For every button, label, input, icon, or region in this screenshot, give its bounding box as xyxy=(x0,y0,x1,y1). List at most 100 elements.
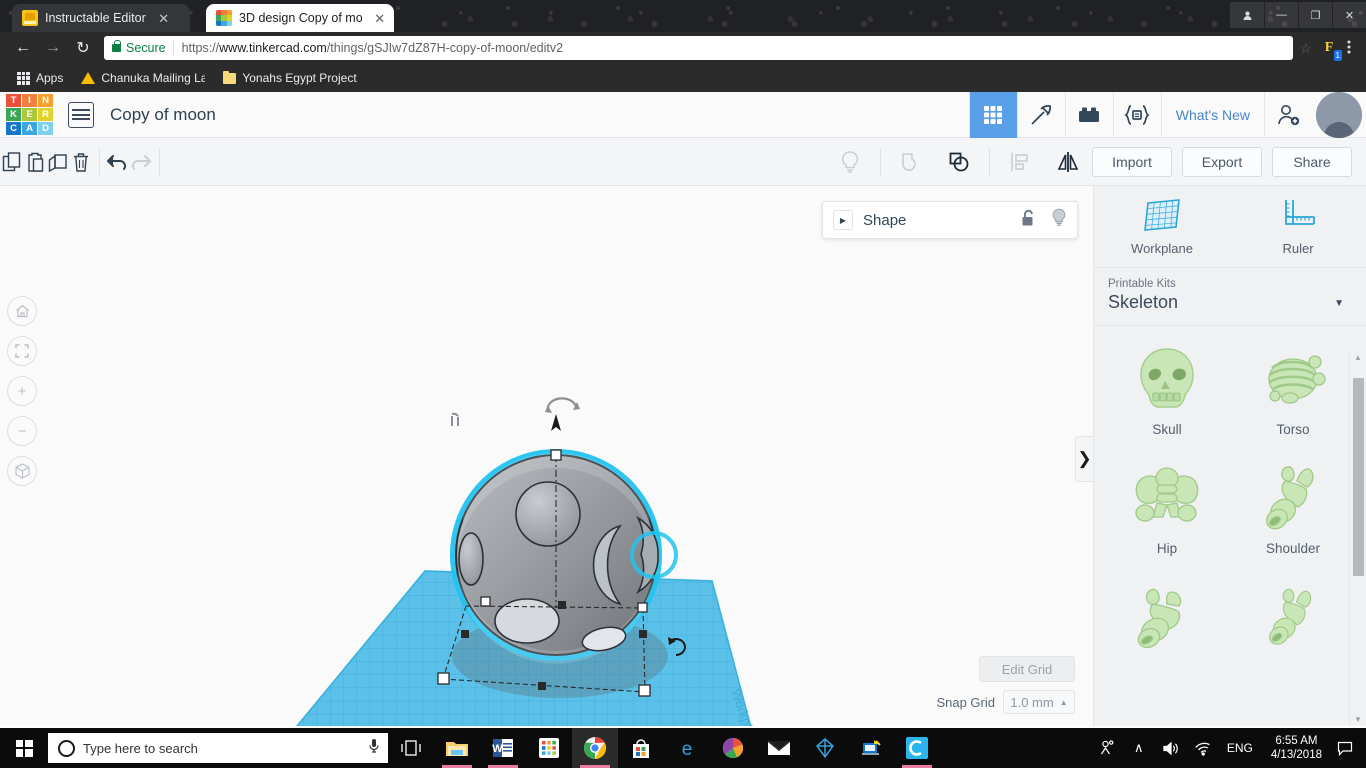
chrome-menu-icon[interactable] xyxy=(1340,39,1358,58)
scrollbar-thumb[interactable] xyxy=(1353,378,1364,576)
export-button[interactable]: Export xyxy=(1182,146,1262,177)
bookmark-star-icon[interactable]: ☆ xyxy=(1299,40,1312,57)
sidebar-tool-ruler[interactable]: Ruler xyxy=(1230,186,1366,267)
forward-button[interactable]: → xyxy=(38,33,68,63)
paste-icon[interactable] xyxy=(23,138,46,186)
tab-close-icon[interactable]: ✕ xyxy=(157,12,171,25)
chevron-up-icon[interactable]: ∧ xyxy=(1123,728,1155,768)
blocks-brick-icon[interactable] xyxy=(1064,91,1113,138)
bookmark-apps[interactable]: Apps xyxy=(10,69,70,87)
language-indicator[interactable]: ENG xyxy=(1219,741,1261,755)
extension-icon[interactable]: F 1 xyxy=(1318,37,1342,61)
taskbar-apps: W e xyxy=(388,728,940,768)
library-item-bone-2[interactable] xyxy=(1230,580,1356,660)
file-explorer-icon[interactable] xyxy=(434,728,480,768)
expand-shape-icon[interactable]: ▶ xyxy=(833,210,853,230)
windows-start-icon[interactable] xyxy=(0,728,48,768)
delete-icon[interactable] xyxy=(70,138,93,186)
share-button[interactable]: Share xyxy=(1272,146,1352,177)
divider xyxy=(988,147,990,176)
volume-icon[interactable] xyxy=(1155,728,1187,768)
kit-selector[interactable]: Printable Kits Skeleton ▼ xyxy=(1094,268,1366,326)
edit-grid-button[interactable]: Edit Grid xyxy=(979,656,1075,682)
browser-tab-tinkercad[interactable]: 3D design Copy of moon ✕ xyxy=(206,4,394,32)
browser-tab-instructable[interactable]: Instructable Editor ✕ xyxy=(12,4,190,32)
zoom-in-icon[interactable]: + xyxy=(7,376,37,406)
wifi-icon[interactable] xyxy=(1187,728,1219,768)
logo-letter: D xyxy=(38,122,53,135)
duplicate-icon[interactable] xyxy=(47,138,70,186)
3d-viewport[interactable]: Workplane + − ❯ Edit Grid Snap Grid 1.0 … xyxy=(0,186,1093,726)
copy-icon[interactable] xyxy=(0,138,23,186)
sidebar-scrollbar[interactable]: ▲ ▼ xyxy=(1349,350,1366,726)
library-item-hip[interactable]: Hip xyxy=(1104,461,1230,556)
add-person-icon[interactable] xyxy=(1264,91,1312,138)
scale-handle-corner xyxy=(437,672,450,685)
picasa-icon[interactable] xyxy=(710,728,756,768)
design-list-icon[interactable] xyxy=(68,101,94,128)
mirror-icon[interactable] xyxy=(1044,138,1092,186)
zoom-out-icon[interactable]: − xyxy=(7,416,37,446)
teamviewer-icon[interactable] xyxy=(848,728,894,768)
import-button[interactable]: Import xyxy=(1092,146,1172,177)
whats-new-link[interactable]: What's New xyxy=(1160,91,1264,138)
library-item-skull[interactable]: Skull xyxy=(1104,342,1230,437)
codeblocks-pick-icon[interactable] xyxy=(1016,91,1065,138)
library-item-bone-1[interactable] xyxy=(1104,580,1230,660)
reload-button[interactable]: ↻ xyxy=(68,33,98,63)
cisdem-icon[interactable] xyxy=(894,728,940,768)
tab-close-icon[interactable]: ✕ xyxy=(373,12,386,25)
scene-canvas[interactable]: Workplane xyxy=(0,186,1093,726)
minimize-button[interactable]: — xyxy=(1264,2,1298,28)
bookmark-yonahs-egypt-project[interactable]: Yonahs Egypt Project xyxy=(216,69,363,87)
tinkercad-logo[interactable]: T I N K E R C A D xyxy=(6,94,54,135)
ortho-perspective-icon[interactable] xyxy=(7,456,37,486)
mail-icon[interactable] xyxy=(756,728,802,768)
clock[interactable]: 6:55 AM 4/13/2018 xyxy=(1261,734,1332,762)
action-center-icon[interactable] xyxy=(1332,728,1358,768)
undo-icon[interactable] xyxy=(105,138,129,186)
task-view-icon[interactable] xyxy=(388,728,434,768)
ungroup-icon[interactable] xyxy=(935,138,983,186)
word-icon[interactable]: W xyxy=(480,728,526,768)
fit-to-view-icon[interactable] xyxy=(7,336,37,366)
address-bar[interactable]: Secure https://www.tinkercad.com/things/… xyxy=(104,36,1294,60)
sidebar-tool-label: Workplane xyxy=(1131,241,1193,256)
microsoft-store-icon[interactable] xyxy=(618,728,664,768)
library-item-torso[interactable]: Torso xyxy=(1230,342,1356,437)
tinkercad-icon xyxy=(216,10,232,26)
microphone-icon[interactable] xyxy=(368,738,380,759)
logo-letter: T xyxy=(6,94,21,107)
account-icon[interactable] xyxy=(1230,2,1264,28)
scroll-up-icon[interactable]: ▲ xyxy=(1350,350,1366,364)
blender-icon[interactable] xyxy=(802,728,848,768)
shape-panel-title: Shape xyxy=(863,211,907,229)
search-input[interactable]: Type here to search xyxy=(48,733,388,763)
chrome-icon[interactable] xyxy=(572,728,618,768)
snap-grid-select[interactable]: 1.0 mm ▲ xyxy=(1003,690,1075,714)
back-button[interactable]: ← xyxy=(8,33,38,63)
code-braces-icon[interactable] xyxy=(1112,91,1161,138)
scroll-down-icon[interactable]: ▼ xyxy=(1350,712,1366,726)
store-apps-icon[interactable] xyxy=(526,728,572,768)
elevation-gizmo[interactable] xyxy=(545,397,580,431)
google-drive-icon xyxy=(81,72,96,84)
people-icon[interactable] xyxy=(1091,728,1123,768)
avatar[interactable] xyxy=(1316,91,1362,138)
rotate-gizmo-left[interactable] xyxy=(451,412,459,426)
library-item-shoulder[interactable]: Shoulder xyxy=(1230,461,1356,556)
sidebar-tool-workplane[interactable]: Workplane xyxy=(1094,186,1230,267)
edge-icon[interactable]: e xyxy=(664,728,710,768)
unlock-icon[interactable] xyxy=(1021,209,1037,232)
restore-button[interactable]: ❐ xyxy=(1298,2,1332,28)
lightbulb-icon[interactable] xyxy=(1051,208,1067,232)
home-view-icon[interactable] xyxy=(7,296,37,326)
shape-inspector-panel[interactable]: ▶ Shape xyxy=(822,201,1078,239)
bookmark-chanuka-mailing-lab[interactable]: Chanuka Mailing Lab xyxy=(74,69,212,87)
logo-letter: E xyxy=(22,108,37,121)
lightbulb-icon xyxy=(826,138,874,186)
clock-date: 4/13/2018 xyxy=(1270,749,1322,761)
collapse-panel-button[interactable]: ❯ xyxy=(1075,436,1093,482)
close-button[interactable]: ✕ xyxy=(1332,2,1366,28)
shapes-panel-icon[interactable] xyxy=(968,91,1017,138)
